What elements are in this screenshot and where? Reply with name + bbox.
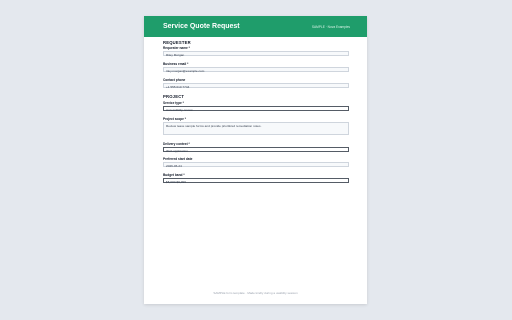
footer-note: SAMPLE form template · Made kindly durin… [213,291,298,295]
service-type-select[interactable]: Accessibility review [163,106,349,112]
form-title: Service Quote Request [163,23,240,30]
business-email-label: Business email * [163,62,189,66]
budget-band-value: $5,000-$9,999 [166,179,186,184]
project-scope-label: Project scope * [163,117,187,121]
quote-form-page: Service Quote Request SAMPLE · Nova Exam… [144,16,367,304]
project-scope-value: Review leave sample forms and provide pr… [166,123,262,128]
business-email-value: riley.morgan@example.com [166,68,205,73]
delivery-context-label: Delivery context * [163,142,190,146]
budget-band-label: Budget band * [163,173,185,177]
contact-phone-label: Contact phone [163,78,186,82]
business-email-field[interactable]: riley.morgan@example.com [163,67,349,73]
preferred-start-date-value: 2026-06-24 [166,163,182,168]
section-requester-heading: REQUESTER [163,40,191,45]
service-type-label: Service type * [163,101,184,105]
budget-band-select[interactable]: $5,000-$9,999 [163,178,349,184]
contact-phone-value: +1 555 010 7744 [166,84,190,89]
delivery-context-select[interactable]: Web application [163,147,349,153]
preferred-start-date-label: Preferred start date [163,157,193,161]
contact-phone-field[interactable]: +1 555 010 7744 [163,83,349,89]
requester-name-label: Requester name * [163,46,190,50]
section-project-heading: PROJECT [163,94,185,99]
requester-name-value: Riley Morgan [166,52,185,57]
preferred-start-date-field[interactable]: 2026-06-24 [163,162,349,168]
project-scope-textarea[interactable]: Review leave sample forms and provide pr… [163,122,349,135]
requester-name-field[interactable]: Riley Morgan [163,51,349,57]
delivery-context-value: Web application [166,148,188,153]
service-type-value: Accessibility review [166,107,193,112]
form-tag: SAMPLE · Nova Examples [311,25,350,29]
form-header: Service Quote Request SAMPLE · Nova Exam… [144,16,367,37]
